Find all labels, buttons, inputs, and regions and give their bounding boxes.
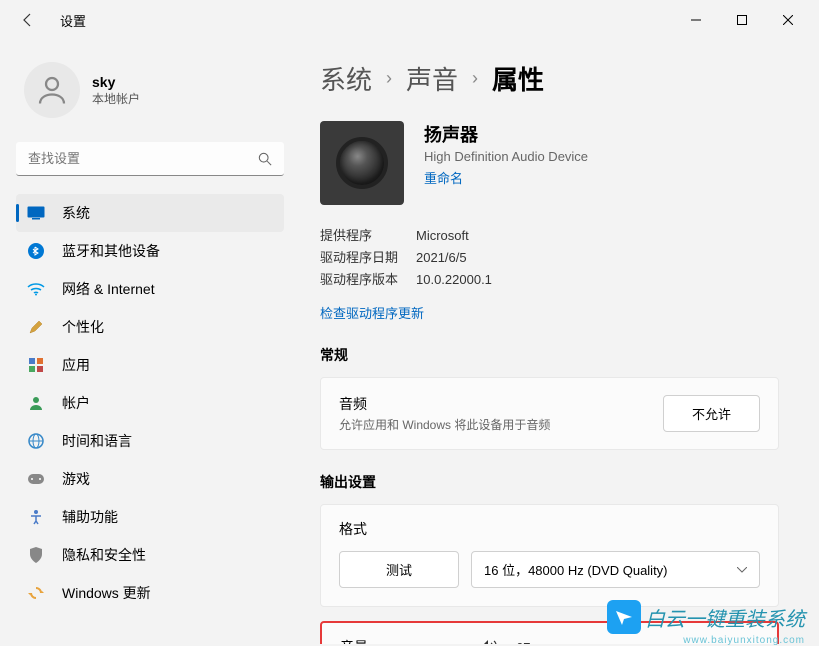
brush-icon <box>26 317 46 337</box>
accounts-icon <box>26 393 46 413</box>
nav-label: 隐私和安全性 <box>62 545 146 565</box>
nav-personalization[interactable]: 个性化 <box>16 308 284 346</box>
titlebar: 设置 <box>0 0 819 40</box>
format-label: 格式 <box>339 519 760 539</box>
nav-system[interactable]: 系统 <box>16 194 284 232</box>
chevron-right-icon: › <box>472 68 478 89</box>
device-name: 扬声器 <box>424 121 588 147</box>
speaker-icon[interactable] <box>480 639 500 644</box>
breadcrumb-sound[interactable]: 声音 <box>406 60 458 97</box>
watermark-url: www.baiyunxitong.com <box>683 635 805 646</box>
arrow-left-icon <box>20 12 36 28</box>
volume-value: 67 <box>516 640 530 645</box>
nav-windows-update[interactable]: Windows 更新 <box>16 574 284 612</box>
audio-card-subtitle: 允许应用和 Windows 将此设备用于音频 <box>339 416 663 433</box>
nav-label: 系统 <box>62 203 90 223</box>
volume-label: 音量 <box>340 637 480 644</box>
nav-label: 个性化 <box>62 317 104 337</box>
device-header: 扬声器 High Definition Audio Device 重命名 <box>320 121 779 205</box>
maximize-icon <box>737 15 747 25</box>
provider-label: 提供程序 <box>320 225 416 247</box>
nav-network[interactable]: 网络 & Internet <box>16 270 284 308</box>
nav-bluetooth[interactable]: 蓝牙和其他设备 <box>16 232 284 270</box>
nav-apps[interactable]: 应用 <box>16 346 284 384</box>
apps-icon <box>26 355 46 375</box>
nav-label: 辅助功能 <box>62 507 118 527</box>
nav-label: 蓝牙和其他设备 <box>62 241 160 261</box>
nav-label: 帐户 <box>62 393 90 413</box>
format-card: 格式 测试 16 位，48000 Hz (DVD Quality) <box>320 504 779 607</box>
nav-accounts[interactable]: 帐户 <box>16 384 284 422</box>
minimize-icon <box>691 15 701 25</box>
breadcrumb-system[interactable]: 系统 <box>320 60 372 97</box>
format-dropdown-value: 16 位，48000 Hz (DVD Quality) <box>484 560 668 579</box>
nav-time-language[interactable]: 时间和语言 <box>16 422 284 460</box>
check-updates-link[interactable]: 检查驱动程序更新 <box>320 303 424 322</box>
breadcrumb: 系统 › 声音 › 属性 <box>320 60 779 97</box>
minimize-button[interactable] <box>673 0 719 40</box>
test-button[interactable]: 测试 <box>339 551 459 588</box>
chevron-down-icon <box>737 567 747 573</box>
driver-info: 提供程序 Microsoft 驱动程序日期 2021/6/5 驱动程序版本 10… <box>320 225 779 291</box>
disallow-button[interactable]: 不允许 <box>663 395 760 432</box>
audio-card-title: 音频 <box>339 394 663 414</box>
nav-list: 系统 蓝牙和其他设备 网络 & Internet 个性化 应用 <box>16 194 284 612</box>
content-area: 系统 › 声音 › 属性 扬声器 High Definition Audio D… <box>300 40 819 644</box>
gamepad-icon <box>26 469 46 489</box>
speaker-device-icon <box>320 121 404 205</box>
nav-label: 网络 & Internet <box>62 279 155 299</box>
driver-version-value: 10.0.22000.1 <box>416 269 492 291</box>
globe-icon <box>26 431 46 451</box>
breadcrumb-current: 属性 <box>492 60 544 97</box>
update-icon <box>26 583 46 603</box>
user-subtitle: 本地帐户 <box>92 90 140 107</box>
window-title: 设置 <box>60 11 86 30</box>
nav-accessibility[interactable]: 辅助功能 <box>16 498 284 536</box>
provider-value: Microsoft <box>416 225 469 247</box>
user-block[interactable]: sky 本地帐户 <box>16 50 284 136</box>
chevron-right-icon: › <box>386 68 392 89</box>
maximize-button[interactable] <box>719 0 765 40</box>
driver-version-label: 驱动程序版本 <box>320 269 416 291</box>
user-name: sky <box>92 74 140 90</box>
search-icon <box>258 152 272 166</box>
nav-label: Windows 更新 <box>62 583 151 603</box>
shield-icon <box>26 545 46 565</box>
device-desc: High Definition Audio Device <box>424 149 588 164</box>
system-icon <box>26 203 46 223</box>
nav-label: 游戏 <box>62 469 90 489</box>
search-box[interactable] <box>16 142 284 176</box>
close-icon <box>783 15 793 25</box>
sidebar: sky 本地帐户 系统 蓝牙和其他设备 网络 & <box>0 40 300 644</box>
person-icon <box>34 72 70 108</box>
accessibility-icon <box>26 507 46 527</box>
nav-privacy[interactable]: 隐私和安全性 <box>16 536 284 574</box>
nav-label: 时间和语言 <box>62 431 132 451</box>
nav-label: 应用 <box>62 355 90 375</box>
nav-gaming[interactable]: 游戏 <box>16 460 284 498</box>
avatar <box>24 62 80 118</box>
driver-date-value: 2021/6/5 <box>416 247 467 269</box>
wifi-icon <box>26 279 46 299</box>
search-input[interactable] <box>28 151 258 166</box>
format-dropdown[interactable]: 16 位，48000 Hz (DVD Quality) <box>471 551 760 588</box>
back-button[interactable] <box>8 0 48 40</box>
driver-date-label: 驱动程序日期 <box>320 247 416 269</box>
rename-link[interactable]: 重命名 <box>424 168 463 187</box>
audio-permission-card: 音频 允许应用和 Windows 将此设备用于音频 不允许 <box>320 377 779 450</box>
output-section-title: 输出设置 <box>320 472 779 492</box>
general-section-title: 常规 <box>320 345 779 365</box>
close-button[interactable] <box>765 0 811 40</box>
bluetooth-icon <box>26 241 46 261</box>
